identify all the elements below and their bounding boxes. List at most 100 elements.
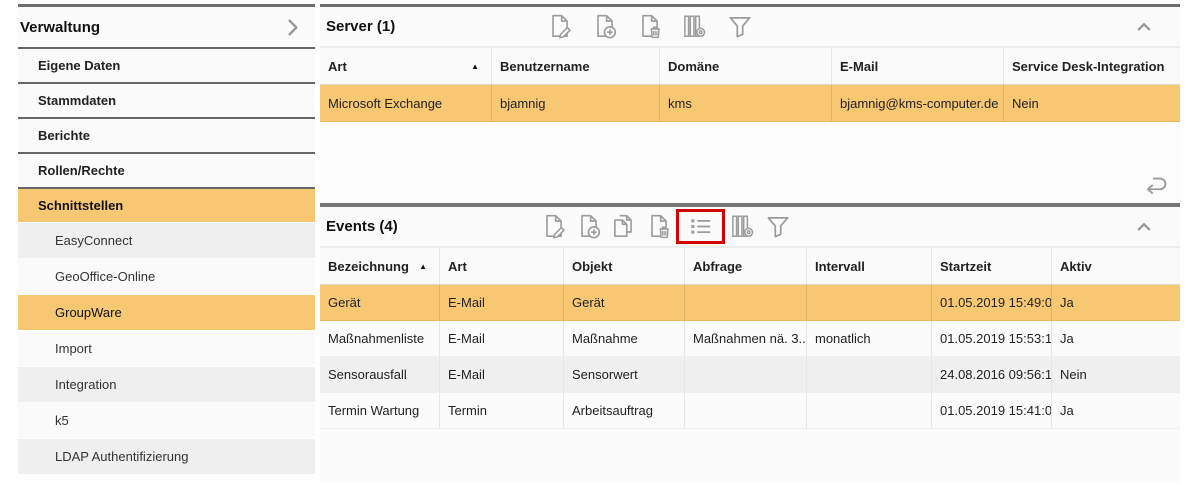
sort-ascending-icon: ▲ [471, 62, 483, 71]
cell-bezeichnung: Sensorausfall [320, 357, 440, 392]
server-panel-title: Server (1) [326, 18, 395, 35]
table-row[interactable]: Sensorausfall E-Mail Sensorwert 24.08.20… [320, 357, 1180, 393]
column-header-art[interactable]: Art ▲ [320, 48, 492, 84]
sidebar-item-label: Eigene Daten [18, 58, 120, 73]
cell-objekt: Gerät [564, 285, 685, 320]
column-header-service-desk-integration[interactable]: Service Desk-Integration [1004, 48, 1180, 84]
column-header-intervall[interactable]: Intervall [807, 248, 932, 284]
sidebar-item-label: EasyConnect [18, 233, 132, 248]
copy-icon[interactable] [610, 213, 637, 240]
list-icon[interactable] [687, 213, 714, 240]
sidebar-item[interactable]: Integration [18, 367, 315, 402]
events-panel: Events (4) Bezeichnung ▲ [320, 207, 1180, 482]
sidebar-item[interactable]: k5 [18, 403, 315, 438]
cell-abfrage [685, 285, 807, 320]
column-header-aktiv[interactable]: Aktiv [1052, 248, 1180, 284]
cell-abfrage [685, 393, 807, 428]
edit-icon[interactable] [540, 213, 567, 240]
sidebar-item[interactable]: GeoOffice-Online [18, 259, 315, 294]
table-row[interactable]: Gerät E-Mail Gerät 01.05.2019 15:49:06 J… [320, 285, 1180, 321]
cell-art: Termin [440, 393, 564, 428]
cell-aktiv: Ja [1052, 321, 1180, 356]
sidebar-item[interactable]: LDAP Authentifizierung [18, 439, 315, 474]
sidebar-item[interactable]: EasyConnect [18, 223, 315, 258]
cell-art: E-Mail [440, 285, 564, 320]
sidebar-item-label: Integration [18, 377, 116, 392]
column-header-benutzername[interactable]: Benutzername [492, 48, 660, 84]
cell-abfrage: Maßnahmen nä. 3... [685, 321, 807, 356]
chevron-up-icon[interactable] [1132, 215, 1170, 239]
sidebar-item-label: Rollen/Rechte [18, 163, 125, 178]
cell-art: E-Mail [440, 357, 564, 392]
cell-domaene: kms [660, 85, 832, 121]
column-config-icon[interactable] [681, 13, 708, 40]
events-panel-title: Events (4) [326, 218, 398, 235]
events-panel-header: Events (4) [320, 207, 1180, 248]
cell-aktiv: Ja [1052, 285, 1180, 320]
app-window: Verwaltung Eigene Daten Stammdaten Beric… [0, 0, 1197, 486]
cell-intervall [807, 285, 932, 320]
sidebar-title: Verwaltung [20, 19, 100, 36]
sidebar: Verwaltung Eigene Daten Stammdaten Beric… [0, 0, 315, 486]
chevron-right-icon[interactable] [280, 14, 307, 41]
sidebar-item-label: Schnittstellen [18, 198, 123, 213]
events-table-header: Bezeichnung ▲ Art Objekt Abfrage Interva… [320, 248, 1180, 285]
cell-art: Microsoft Exchange [320, 85, 492, 121]
server-panel-header: Server (1) [320, 7, 1180, 48]
sidebar-item[interactable]: Eigene Daten [18, 47, 315, 82]
sidebar-item-label: LDAP Authentifizierung [18, 449, 188, 464]
delete-icon[interactable] [636, 13, 663, 40]
events-panel-empty-area [320, 429, 1180, 482]
column-header-startzeit[interactable]: Startzeit [932, 248, 1052, 284]
table-row[interactable]: Termin Wartung Termin Arbeitsauftrag 01.… [320, 393, 1180, 429]
column-header-objekt[interactable]: Objekt [564, 248, 685, 284]
sidebar-item-label: Berichte [18, 128, 90, 143]
sidebar-item[interactable]: Schnittstellen [18, 187, 315, 222]
edit-icon[interactable] [546, 13, 573, 40]
sidebar-item[interactable]: Rollen/Rechte [18, 152, 315, 187]
sidebar-item[interactable]: GroupWare [18, 295, 315, 330]
delete-icon[interactable] [645, 213, 672, 240]
cell-startzeit: 01.05.2019 15:49:06 [932, 285, 1052, 320]
sidebar-item-label: GroupWare [18, 305, 122, 320]
red-highlight-box [676, 209, 725, 244]
sidebar-item-label: Stammdaten [18, 93, 116, 108]
cell-aktiv: Ja [1052, 393, 1180, 428]
sidebar-nav: Eigene Daten Stammdaten Berichte Rollen/… [18, 47, 315, 474]
add-icon[interactable] [591, 13, 618, 40]
return-arrow-icon[interactable] [1142, 170, 1170, 201]
table-row[interactable]: Maßnahmenliste E-Mail Maßnahme Maßnahmen… [320, 321, 1180, 357]
cell-startzeit: 01.05.2019 15:53:13 [932, 321, 1052, 356]
server-panel: Server (1) Art ▲ Benutzername Domäne E-M… [320, 7, 1180, 203]
content-area: Server (1) Art ▲ Benutzername Domäne E-M… [315, 0, 1197, 486]
table-row[interactable]: Microsoft Exchange bjamnig kms bjamnig@k… [320, 85, 1180, 122]
cell-art: E-Mail [440, 321, 564, 356]
cell-bezeichnung: Gerät [320, 285, 440, 320]
cell-benutzername: bjamnig [492, 85, 660, 121]
column-header-art[interactable]: Art [440, 248, 564, 284]
sidebar-item[interactable]: Berichte [18, 117, 315, 152]
cell-startzeit: 01.05.2019 15:41:07 [932, 393, 1052, 428]
server-panel-empty-area [320, 122, 1180, 203]
sidebar-item[interactable]: Stammdaten [18, 82, 315, 117]
cell-aktiv: Nein [1052, 357, 1180, 392]
filter-icon[interactable] [764, 213, 792, 240]
sidebar-item-label: Import [18, 341, 92, 356]
cell-objekt: Sensorwert [564, 357, 685, 392]
column-config-icon[interactable] [729, 213, 756, 240]
cell-startzeit: 24.08.2016 09:56:10 [932, 357, 1052, 392]
column-header-domaene[interactable]: Domäne [660, 48, 832, 84]
server-table-body: Microsoft Exchange bjamnig kms bjamnig@k… [320, 85, 1180, 122]
chevron-up-icon[interactable] [1132, 15, 1170, 39]
sidebar-item[interactable]: Import [18, 331, 315, 366]
sort-ascending-icon: ▲ [419, 262, 431, 271]
add-icon[interactable] [575, 213, 602, 240]
filter-icon[interactable] [726, 13, 754, 40]
cell-abfrage [685, 357, 807, 392]
column-header-bezeichnung[interactable]: Bezeichnung ▲ [320, 248, 440, 284]
cell-intervall [807, 393, 932, 428]
column-header-abfrage[interactable]: Abfrage [685, 248, 807, 284]
cell-intervall: monatlich [807, 321, 932, 356]
server-table-header: Art ▲ Benutzername Domäne E-Mail Service… [320, 48, 1180, 85]
column-header-email[interactable]: E-Mail [832, 48, 1004, 84]
